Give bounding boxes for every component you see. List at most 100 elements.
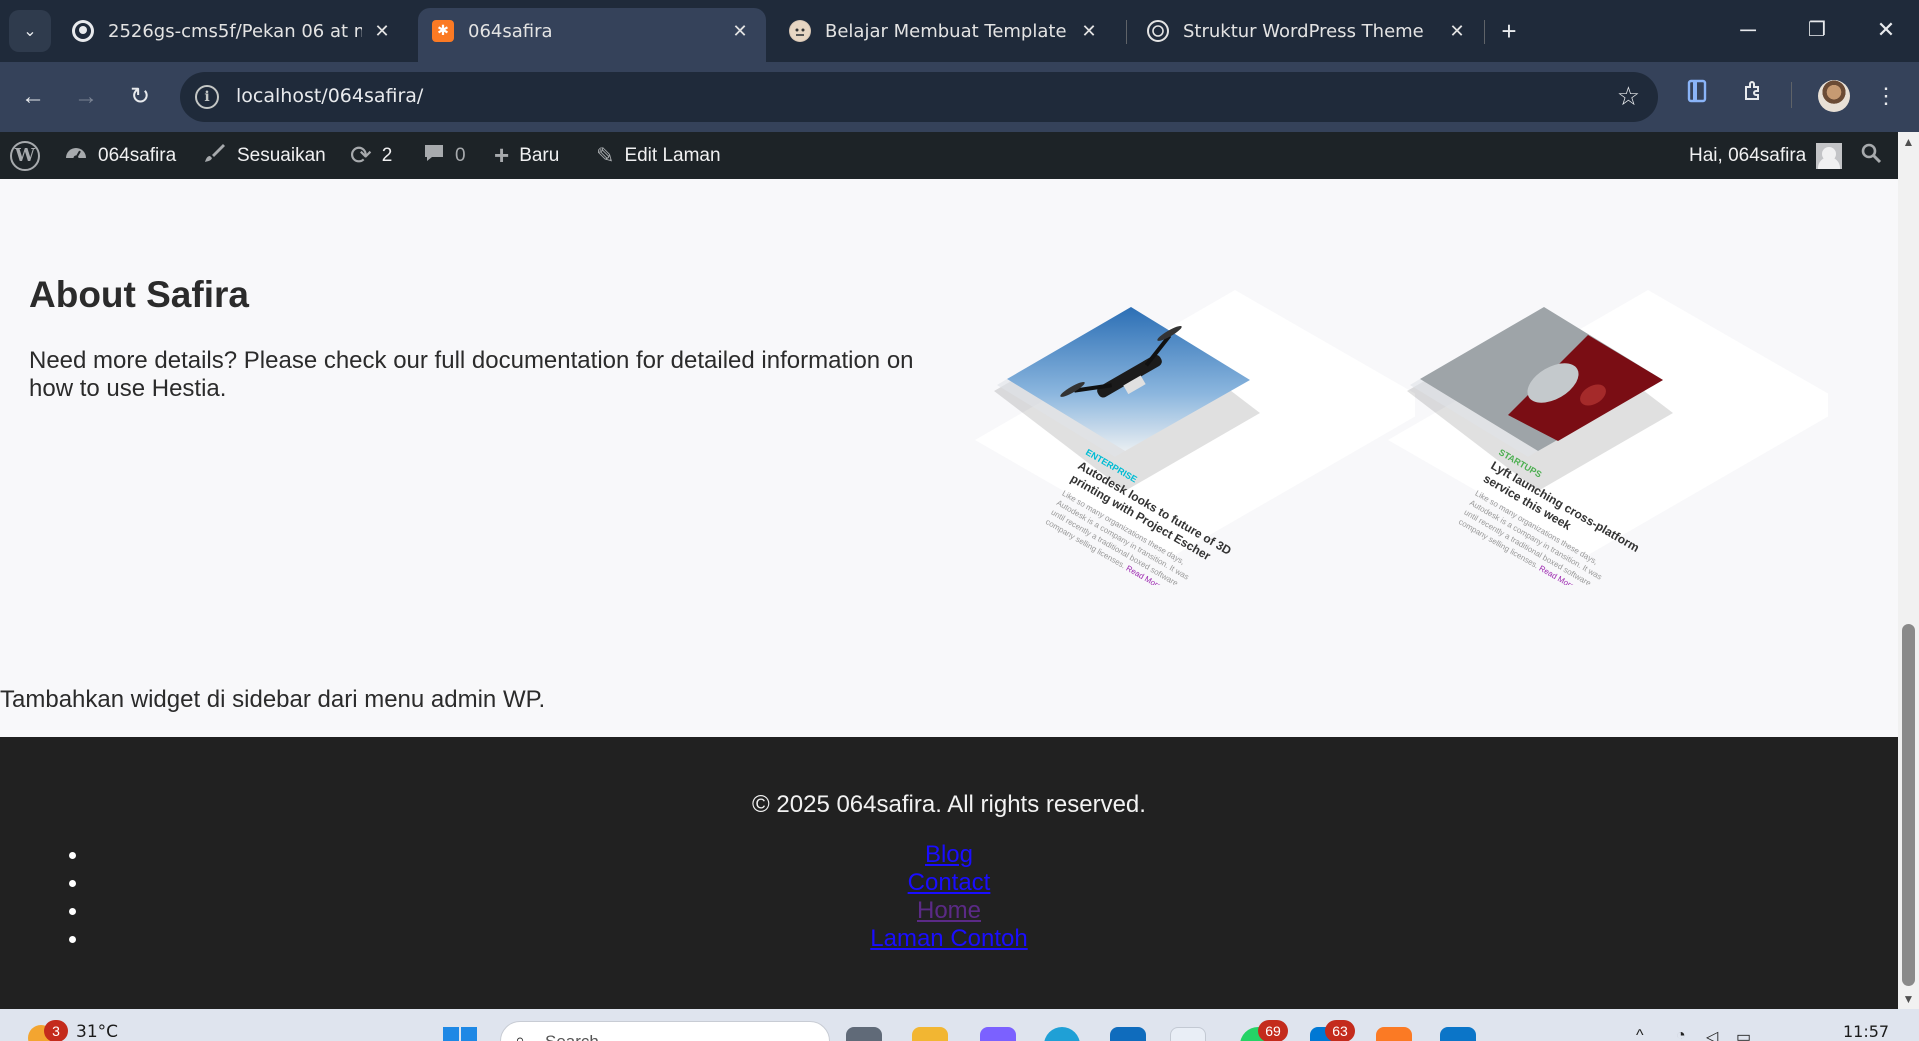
scroll-down-arrow-icon[interactable]: ▼ bbox=[1898, 989, 1919, 1009]
admin-search[interactable] bbox=[1860, 132, 1892, 179]
copilot-icon[interactable] bbox=[980, 1027, 1016, 1041]
file-explorer-icon[interactable] bbox=[912, 1027, 948, 1041]
forward-arrow-icon[interactable]: → bbox=[66, 77, 106, 117]
store-icon[interactable] bbox=[1110, 1027, 1146, 1041]
scroll-up-arrow-icon[interactable]: ▲ bbox=[1898, 132, 1919, 152]
sidebar-placeholder-text: Tambahkan widget di sidebar dari menu ad… bbox=[0, 686, 546, 713]
chevron-down-icon: ⌄ bbox=[23, 23, 37, 40]
search-icon bbox=[1860, 142, 1882, 170]
footer-menu-item: Laman Contoh bbox=[0, 925, 1898, 953]
close-tab-icon[interactable]: ✕ bbox=[1077, 21, 1101, 42]
profile-avatar[interactable] bbox=[1818, 80, 1850, 112]
updates-icon: ⟳ bbox=[350, 140, 372, 170]
site-footer: © 2025 064safira. All rights reserved. B… bbox=[0, 737, 1898, 1009]
tab-separator bbox=[1484, 20, 1485, 44]
pencil-icon: ✎ bbox=[596, 142, 615, 168]
blog-card-illustration: ENTERPRISE Autodesk looks to future of 3… bbox=[975, 255, 1415, 585]
volume-icon[interactable]: ◁ bbox=[1706, 1027, 1718, 1041]
new-content-label: Baru bbox=[519, 144, 560, 166]
site-name-menu[interactable]: 064safira bbox=[64, 132, 176, 179]
weather-alert-badge: 3 bbox=[44, 1020, 68, 1041]
bookmark-star-icon[interactable]: ☆ bbox=[1617, 81, 1640, 112]
scroll-thumb[interactable] bbox=[1902, 624, 1915, 986]
updates-menu[interactable]: ⟳ 2 bbox=[350, 132, 392, 179]
tab-separator bbox=[1126, 20, 1127, 44]
tab-title: Belajar Membuat Template WordPress bbox=[825, 20, 1069, 42]
close-window-button[interactable]: ✕ bbox=[1866, 12, 1906, 48]
footer-menu-item: Contact bbox=[0, 869, 1898, 897]
battery-icon[interactable]: ▭ bbox=[1736, 1027, 1751, 1041]
isometric-card: ENTERPRISE Autodesk looks to future of 3… bbox=[975, 290, 1415, 585]
page-scrollbar[interactable]: ▲ ▼ bbox=[1898, 132, 1919, 1009]
comment-bubble-icon bbox=[423, 142, 445, 170]
browser-menu-icon[interactable]: ⋮ bbox=[1868, 78, 1904, 114]
restore-button[interactable]: ❐ bbox=[1797, 12, 1837, 48]
page-content: About Safira Need more details? Please c… bbox=[0, 179, 1898, 737]
url-text[interactable]: localhost/064safira/ bbox=[236, 85, 423, 107]
avatar-icon bbox=[789, 20, 811, 42]
footer-menu-item: Blog bbox=[0, 841, 1898, 869]
my-account-menu[interactable]: Hai, 064safira bbox=[1689, 132, 1843, 179]
footer-link-blog[interactable]: Blog bbox=[925, 841, 973, 868]
site-info-icon[interactable]: i bbox=[195, 85, 219, 109]
whatsapp-badge: 69 bbox=[1258, 1020, 1288, 1041]
xampp-icon[interactable] bbox=[1376, 1027, 1412, 1041]
wifi-icon[interactable]: ◔ bbox=[1676, 1027, 1686, 1041]
footer-link-contact[interactable]: Contact bbox=[908, 869, 991, 896]
task-view-icon[interactable] bbox=[846, 1027, 882, 1041]
windows-taskbar: 3 31°C ⌕ Search 69 63 ^ ◔ ◁ ▭ 11:57 bbox=[0, 1009, 1919, 1041]
taskbar-search-box[interactable]: ⌕ Search bbox=[500, 1021, 830, 1041]
plus-icon: + bbox=[494, 140, 510, 170]
site-name-label: 064safira bbox=[98, 144, 177, 166]
tab-belajar-template[interactable]: Belajar Membuat Template WordPress ✕ bbox=[775, 8, 1115, 54]
back-arrow-icon[interactable]: ← bbox=[13, 77, 53, 117]
show-hidden-icons-icon[interactable]: ^ bbox=[1636, 1027, 1644, 1041]
tab-064safira[interactable]: ✱ 064safira ✕ bbox=[418, 8, 766, 62]
footer-link-home[interactable]: Home bbox=[917, 897, 981, 924]
customize-menu[interactable]: Sesuaikan bbox=[203, 132, 326, 179]
edit-page-label: Edit Laman bbox=[624, 144, 721, 166]
tab-title: 2526gs-cms5f/Pekan 06 at main bbox=[108, 20, 362, 42]
updates-count: 2 bbox=[381, 144, 393, 166]
tab-github[interactable]: 2526gs-cms5f/Pekan 06 at main ✕ bbox=[58, 8, 408, 54]
tab-title: Struktur WordPress Theme bbox=[1183, 20, 1424, 42]
search-icon: ⌕ bbox=[515, 1030, 526, 1041]
new-content-menu[interactable]: + Baru bbox=[494, 132, 559, 179]
toolbar-separator bbox=[1791, 82, 1792, 108]
close-tab-icon[interactable]: ✕ bbox=[1445, 21, 1469, 42]
reload-icon[interactable]: ↻ bbox=[120, 77, 160, 117]
copyright-text: © 2025 064safira. All rights reserved. bbox=[752, 791, 1146, 818]
blog-card-illustration: STARTUPS Lyft launching cross-platform s… bbox=[1388, 255, 1828, 585]
reading-list-icon[interactable] bbox=[1679, 78, 1715, 114]
xampp-icon: ✱ bbox=[432, 20, 454, 42]
browser-toolbar: ← → ↻ i localhost/064safira/ ☆ ⋮ bbox=[0, 62, 1919, 132]
edit-page-menu[interactable]: ✎ Edit Laman bbox=[596, 132, 721, 179]
close-tab-icon[interactable]: ✕ bbox=[728, 21, 752, 42]
chrome-icon[interactable] bbox=[1170, 1027, 1206, 1041]
close-tab-icon[interactable]: ✕ bbox=[370, 21, 394, 42]
greeting-label: Hai, 064safira bbox=[1689, 144, 1807, 166]
edge-icon[interactable] bbox=[1044, 1027, 1080, 1041]
minimize-button[interactable]: ─ bbox=[1728, 12, 1768, 48]
dashboard-icon bbox=[64, 142, 88, 170]
tab-struktur-theme[interactable]: Struktur WordPress Theme ✕ bbox=[1133, 8, 1483, 54]
user-avatar bbox=[1816, 142, 1843, 169]
clock-time[interactable]: 11:57 bbox=[1843, 1022, 1889, 1041]
wp-logo-menu[interactable]: W bbox=[10, 132, 40, 179]
browser-tab-strip: ⌄ 2526gs-cms5f/Pekan 06 at main ✕ ✱ 064s… bbox=[0, 0, 1919, 62]
footer-link-laman-contoh[interactable]: Laman Contoh bbox=[870, 925, 1027, 952]
mail-badge: 63 bbox=[1325, 1020, 1355, 1041]
new-tab-button[interactable]: + bbox=[1493, 16, 1525, 48]
tab-search-button[interactable]: ⌄ bbox=[9, 10, 51, 52]
windows-start-icon[interactable] bbox=[443, 1027, 479, 1041]
extensions-icon[interactable] bbox=[1735, 78, 1771, 114]
comments-menu[interactable]: 0 bbox=[423, 132, 466, 179]
isometric-card: STARTUPS Lyft launching cross-platform s… bbox=[1388, 290, 1828, 585]
vscode-icon[interactable] bbox=[1440, 1027, 1476, 1041]
search-placeholder: Search bbox=[545, 1032, 599, 1041]
paintbrush-icon bbox=[203, 141, 227, 171]
wordpress-logo-icon: W bbox=[10, 140, 40, 171]
address-bar[interactable]: i localhost/064safira/ ☆ bbox=[180, 72, 1658, 122]
temperature-label[interactable]: 31°C bbox=[76, 1022, 118, 1041]
about-heading: About Safira bbox=[29, 274, 249, 315]
